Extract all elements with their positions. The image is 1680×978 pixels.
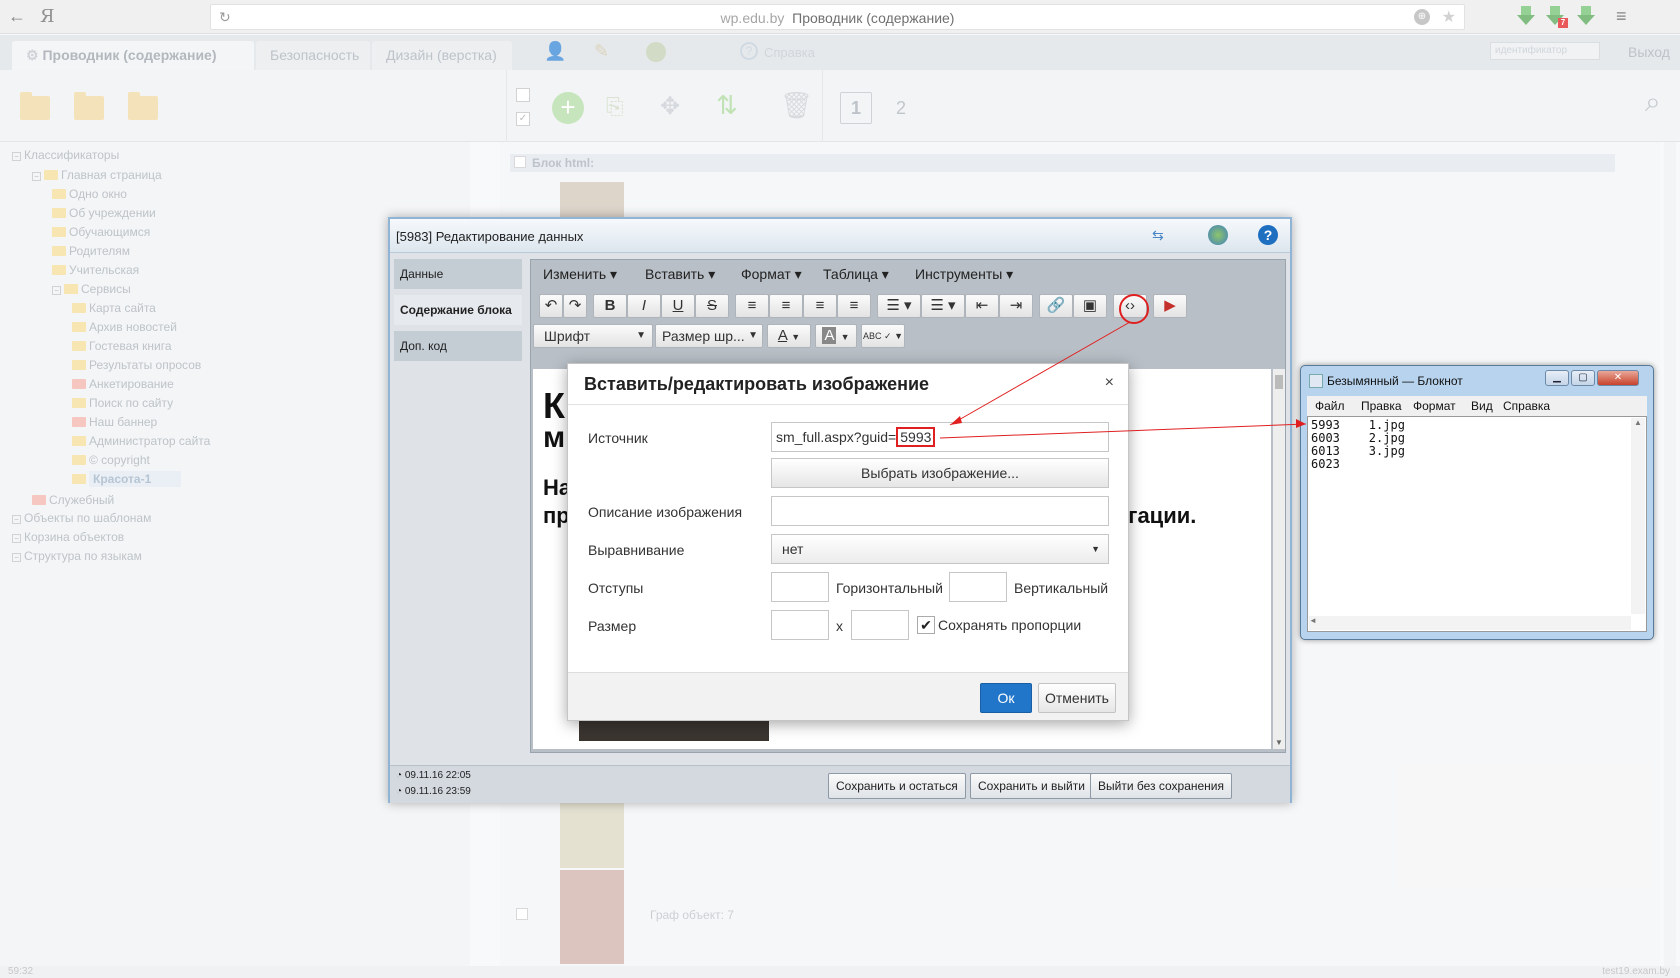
annotation-arrow xyxy=(939,423,1307,439)
annotation-arrowhead xyxy=(950,416,962,425)
annotation-arrowhead xyxy=(1296,419,1306,428)
image-button-highlight xyxy=(1119,294,1149,324)
annotation-arrow xyxy=(949,321,1131,426)
annotation-layer xyxy=(939,294,1307,439)
